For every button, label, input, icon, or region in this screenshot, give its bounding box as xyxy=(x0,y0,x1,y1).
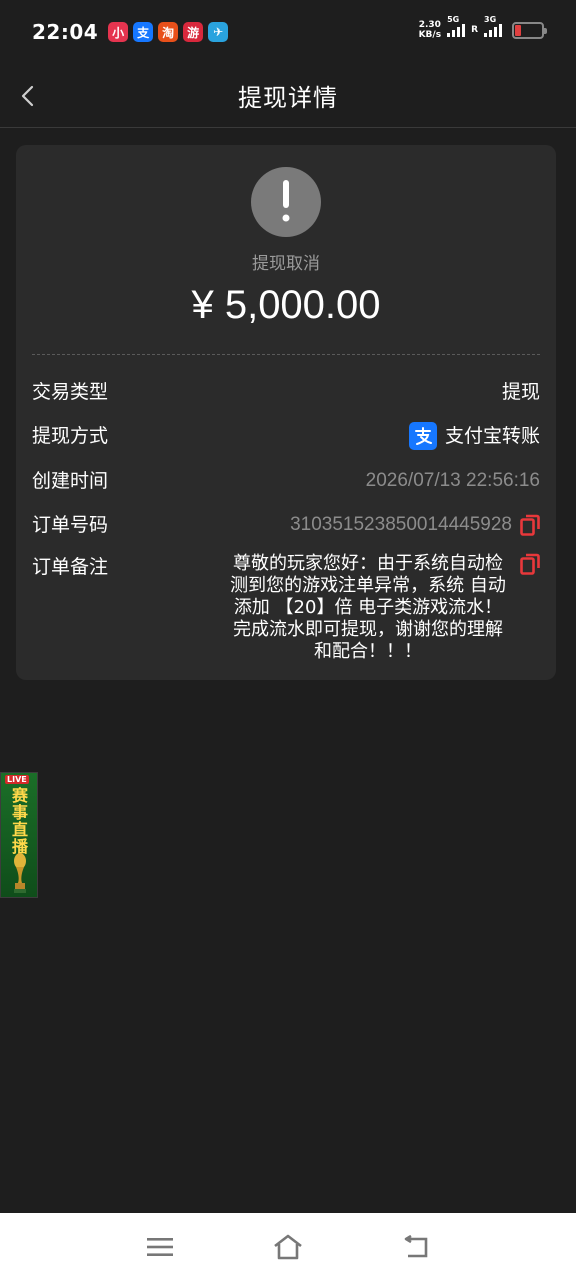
notification-app-icons: 小支淘游 ✈ xyxy=(108,22,229,42)
signal-3g-icon: 3G xyxy=(484,15,502,37)
nav-menu-button[interactable] xyxy=(145,1232,175,1262)
xiaohongshu-icon: 小 xyxy=(108,22,129,42)
withdrawal-detail-card: 提现取消 ¥ 5,000.00 交易类型 提现 提现方式 支付宝转账 创建时间 … xyxy=(16,145,556,680)
created-time-value: 2026/07/13 22:56:16 xyxy=(365,470,540,491)
nav-back-button[interactable] xyxy=(401,1232,431,1262)
row-order-note: 订单备注 尊敬的玩家您好：由于系统自动检测到您的游戏注单异常，系统 自动添加 【… xyxy=(32,553,540,663)
copy-order-note-button[interactable] xyxy=(520,553,540,575)
back-button[interactable] xyxy=(14,80,42,112)
order-number-label: 订单号码 xyxy=(32,514,109,536)
created-time-label: 创建时间 xyxy=(32,470,109,492)
row-withdrawal-method: 提现方式 支付宝转账 xyxy=(32,422,540,450)
signal-3g-label: 3G xyxy=(484,15,497,24)
live-banner-text: 赛事直播 xyxy=(11,786,28,856)
copy-icon xyxy=(520,553,540,575)
menu-icon xyxy=(147,1237,173,1256)
roaming-indicator: R xyxy=(471,25,478,35)
alipay-glyph-icon xyxy=(414,427,432,445)
page-header: 提现详情 xyxy=(0,64,576,128)
battery-level xyxy=(515,24,521,36)
nav-home-button[interactable] xyxy=(273,1232,303,1262)
order-number-value-wrap: 310351523850014445928 xyxy=(290,511,540,539)
row-transaction-type: 交易类型 提现 xyxy=(32,378,540,406)
withdrawal-status: 提现取消 xyxy=(252,254,320,274)
order-note-value: 尊敬的玩家您好：由于系统自动检测到您的游戏注单异常，系统 自动添加 【20】倍 … xyxy=(230,553,506,662)
status-icon-circle xyxy=(251,167,321,237)
signal-5g-icon: 5G xyxy=(447,15,466,37)
copy-order-number-button[interactable] xyxy=(520,514,540,536)
dashed-divider xyxy=(32,354,540,355)
exclamation-icon xyxy=(282,180,290,222)
order-number-value: 310351523850014445928 xyxy=(290,514,512,535)
alipay-icon xyxy=(408,422,437,450)
system-navigation-bar xyxy=(0,1213,576,1280)
chevron-left-icon xyxy=(21,85,34,107)
status-indicators: 2.30 KB/s 5G R 3G xyxy=(419,15,547,40)
live-tag: LIVE xyxy=(5,775,29,784)
order-note-label: 订单备注 xyxy=(32,556,109,578)
back-arrow-icon xyxy=(404,1234,428,1257)
game-app-icon: 游 xyxy=(183,22,204,42)
withdrawal-amount: ¥ 5,000.00 xyxy=(191,283,381,327)
row-created-time: 创建时间 2026/07/13 22:56:16 xyxy=(32,467,540,495)
network-speed: 2.30 KB/s xyxy=(419,20,441,40)
network-speed-unit: KB/s xyxy=(418,30,442,40)
home-icon xyxy=(274,1234,302,1259)
transaction-type-label: 交易类型 xyxy=(32,381,109,403)
page-title: 提现详情 xyxy=(238,84,338,112)
alipay-app-icon: 支 xyxy=(133,22,154,42)
row-order-number: 订单号码 310351523850014445928 xyxy=(32,511,540,539)
trophy-icon xyxy=(14,853,26,893)
taobao-icon: 淘 xyxy=(158,22,179,42)
copy-icon xyxy=(520,514,540,536)
withdrawal-method-value-wrap: 支付宝转账 xyxy=(408,422,540,450)
live-stream-floating-banner[interactable]: LIVE 赛事直播 xyxy=(0,772,38,898)
network-speed-value: 2.30 xyxy=(418,20,441,30)
battery-icon xyxy=(512,21,547,39)
transaction-type-value: 提现 xyxy=(501,381,540,403)
status-clock: 22:04 xyxy=(32,20,99,44)
withdrawal-method-label: 提现方式 xyxy=(32,425,109,447)
signal-5g-label: 5G xyxy=(447,15,460,24)
withdrawal-method-value: 支付宝转账 xyxy=(444,425,540,447)
order-note-value-wrap: 尊敬的玩家您好：由于系统自动检测到您的游戏注单异常，系统 自动添加 【20】倍 … xyxy=(226,553,540,663)
telegram-icon: ✈ xyxy=(208,22,229,42)
